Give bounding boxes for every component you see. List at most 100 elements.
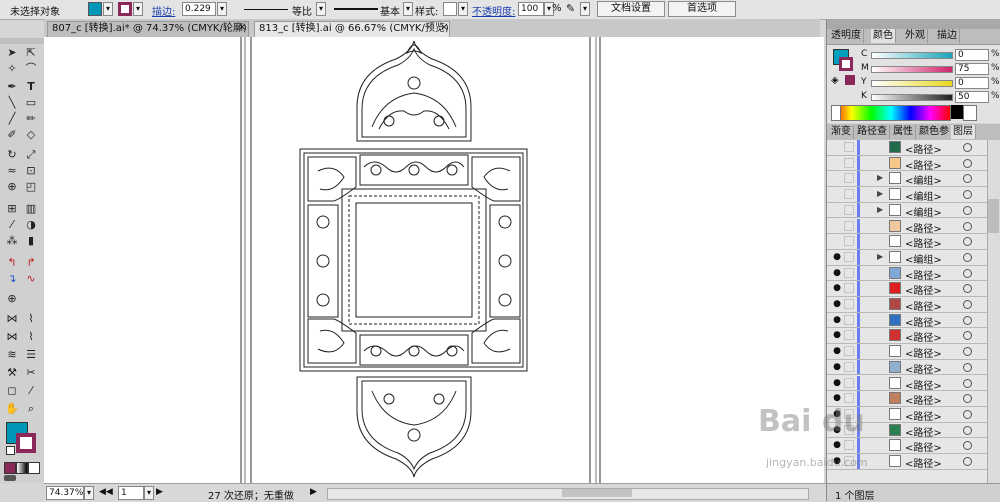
rotate-tool-icon[interactable]: ↻	[4, 148, 20, 162]
stroke-weight-dropdown[interactable]: ▾	[217, 2, 227, 16]
zoom-tool-icon[interactable]: ⌕	[23, 402, 39, 416]
tab-document-807[interactable]: 807_c [转换].ai* @ 74.37% (CMYK/轮廓)	[47, 21, 249, 37]
tab-gradient[interactable]: 渐变	[829, 125, 854, 139]
symbol-sprayer-tool-icon[interactable]: ⁂	[4, 234, 20, 248]
target-circle-icon[interactable]	[963, 425, 972, 435]
blend-tool-icon[interactable]: ◑	[23, 218, 39, 232]
expand-arrow-icon[interactable]: ▶	[877, 205, 883, 214]
zoom-field[interactable]: 74.37%	[46, 486, 84, 500]
lock-toggle[interactable]	[844, 189, 854, 200]
stroke-color-box[interactable]	[16, 433, 36, 453]
channel-slider[interactable]	[871, 66, 953, 73]
drawing-mode-icon[interactable]	[4, 475, 16, 481]
list-tool-icon[interactable]: ☰	[23, 348, 39, 362]
target-circle-icon[interactable]	[963, 284, 972, 294]
tab-attributes[interactable]: 属性	[891, 125, 916, 139]
layer-row[interactable]: <路径>	[827, 234, 987, 250]
lock-toggle[interactable]	[844, 393, 854, 404]
tab-layers[interactable]: 图层	[951, 125, 976, 139]
envelope-tool-d-icon[interactable]: ⌇	[23, 330, 39, 344]
layers-scrollbar[interactable]	[987, 140, 1000, 483]
eye-icon[interactable]: ●	[832, 283, 842, 293]
channel-field[interactable]: 0	[955, 77, 989, 89]
lock-toggle[interactable]	[844, 220, 854, 231]
slice-tool-icon[interactable]: ⁄	[23, 384, 39, 398]
lock-toggle[interactable]	[844, 283, 854, 294]
hidden-icon[interactable]	[832, 173, 842, 183]
scissors-tool-icon[interactable]: ✂	[23, 366, 39, 380]
scale-tool-icon[interactable]: ⤢	[23, 148, 39, 162]
eraser-tool-icon[interactable]: ◇	[23, 128, 39, 142]
first-artboard-icon[interactable]: ◀◀	[99, 487, 113, 497]
layer-row[interactable]: ▶ <编组>	[827, 171, 987, 187]
crosshair-tool-icon[interactable]: ⊕	[4, 292, 20, 306]
hidden-icon[interactable]	[832, 205, 842, 215]
shape-builder-tool-icon[interactable]: ⊕	[4, 180, 20, 194]
style-swatch[interactable]	[443, 2, 457, 16]
blob-brush-tool-icon[interactable]: ✐	[4, 128, 20, 142]
canvas-area[interactable]	[44, 37, 824, 483]
line-tool-icon[interactable]: ╲	[4, 96, 20, 110]
opacity-field[interactable]: 100	[518, 2, 544, 16]
zigzag-tool-icon[interactable]: ≋	[4, 348, 20, 362]
target-circle-icon[interactable]	[963, 362, 972, 372]
lock-toggle[interactable]	[844, 236, 854, 247]
web-safe-swatch[interactable]	[845, 75, 855, 85]
panel-dock-grip[interactable]	[827, 19, 1000, 29]
channel-slider[interactable]	[871, 80, 953, 87]
layers-scrollbar-thumb[interactable]	[988, 199, 999, 233]
layer-row[interactable]: ● <路径>	[827, 297, 987, 313]
channel-field[interactable]: 50	[955, 91, 989, 103]
eye-icon[interactable]: ●	[832, 346, 842, 356]
expand-arrow-icon[interactable]: ▶	[877, 189, 883, 198]
recolor-dropdown[interactable]: ▾	[580, 2, 590, 16]
black-color-swatch[interactable]	[951, 105, 963, 119]
lock-toggle[interactable]	[844, 440, 854, 451]
warp-tool-icon[interactable]: ≈	[4, 164, 20, 178]
target-circle-icon[interactable]	[963, 268, 972, 278]
layer-row[interactable]: ● <路径>	[827, 375, 987, 392]
target-circle-icon[interactable]	[963, 300, 972, 309]
profile-dropdown[interactable]: ▾	[316, 2, 326, 16]
target-circle-icon[interactable]	[963, 190, 972, 200]
custom-tool-b-icon[interactable]: ↱	[23, 256, 39, 270]
recolor-icon[interactable]: ✎	[566, 2, 580, 16]
eye-icon[interactable]: ●	[832, 315, 842, 325]
target-circle-icon[interactable]	[963, 205, 972, 215]
eye-icon[interactable]: ●	[832, 299, 842, 309]
target-circle-icon[interactable]	[963, 347, 972, 357]
target-circle-icon[interactable]	[963, 441, 972, 451]
lock-toggle[interactable]	[844, 157, 854, 168]
stroke-weight-label[interactable]: 描边:	[152, 3, 175, 18]
layer-row[interactable]: ● <路径>	[827, 312, 987, 329]
white-color-swatch[interactable]	[963, 105, 977, 121]
color-panel-stroke[interactable]	[839, 57, 853, 71]
selection-tool-icon[interactable]: ➤	[4, 46, 20, 60]
eye-icon[interactable]: ●	[832, 268, 842, 278]
tab-stroke[interactable]: 描边	[935, 29, 960, 43]
lock-toggle[interactable]	[844, 377, 854, 388]
perspective-grid-tool-icon[interactable]: ⊞	[4, 202, 20, 216]
pen-tool-icon[interactable]: ✒	[4, 80, 20, 94]
lock-toggle[interactable]	[844, 346, 854, 357]
envelope-tool-b-icon[interactable]: ⌇	[23, 312, 39, 326]
eye-icon[interactable]: ●	[832, 393, 842, 403]
live-paint-tool-icon[interactable]: ◰	[23, 180, 39, 194]
layer-row[interactable]: ● ▶ <编组>	[827, 249, 987, 266]
expand-arrow-icon[interactable]: ▶	[877, 173, 883, 182]
hidden-icon[interactable]	[832, 236, 842, 246]
target-circle-icon[interactable]	[963, 331, 972, 341]
preferences-button[interactable]: 首选项	[668, 1, 736, 17]
zoom-dropdown[interactable]: ▾	[84, 486, 94, 500]
lock-toggle[interactable]	[844, 299, 854, 309]
tab-color-guide[interactable]: 颜色参	[917, 125, 952, 139]
none-mode-icon[interactable]	[28, 462, 40, 474]
custom-tool-d-icon[interactable]: ∿	[23, 272, 39, 286]
artboard-dropdown[interactable]: ▾	[144, 486, 154, 500]
direct-selection-tool-icon[interactable]: ⇱	[23, 46, 39, 60]
layer-row[interactable]: ● <路径>	[827, 265, 987, 282]
close-tab-icon[interactable]: ×	[238, 22, 246, 33]
target-circle-icon[interactable]	[963, 409, 972, 419]
target-circle-icon[interactable]	[963, 143, 972, 152]
target-circle-icon[interactable]	[963, 158, 972, 168]
